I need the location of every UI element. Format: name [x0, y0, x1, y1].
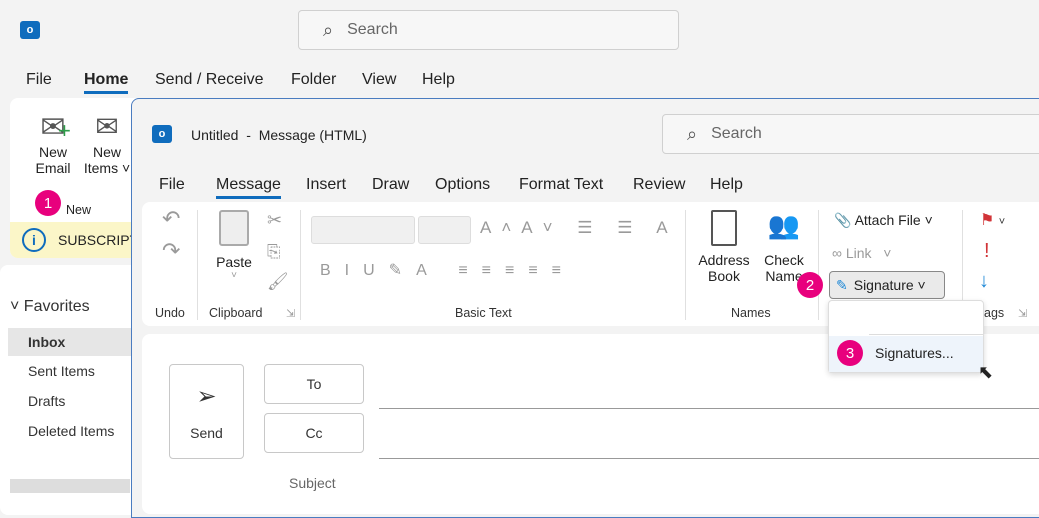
link-button[interactable]: ∞ Link ˅ — [832, 245, 891, 261]
new-email-button[interactable]: ✉ + New Email — [28, 110, 78, 176]
attach-file-button[interactable]: 📎 Attach File ˅ — [834, 212, 933, 229]
signature-icon: ✎ — [836, 276, 848, 293]
cc-field[interactable] — [379, 413, 1039, 459]
paperclip-icon: 📎 — [834, 212, 852, 228]
divider — [300, 210, 301, 320]
clipboard-icon — [219, 210, 249, 246]
flag-icon[interactable]: ⚑ ˅ — [980, 210, 1005, 230]
label: Link — [845, 245, 872, 261]
font-size-select[interactable] — [418, 216, 471, 244]
nav-drafts[interactable]: Drafts — [28, 393, 65, 409]
label: Signature — [853, 277, 914, 293]
signature-button[interactable]: ✎ Signature ˅ — [829, 271, 945, 299]
redo-icon[interactable]: ↷ — [162, 238, 180, 264]
high-importance-icon[interactable]: ! — [984, 240, 990, 263]
label: Email — [35, 160, 71, 176]
format-painter-icon: 🖌 — [267, 272, 289, 291]
envelope-plus-icon: ✉ + — [40, 111, 71, 144]
menu-send-receive[interactable]: Send / Receive — [155, 71, 264, 89]
nav-deleted-items[interactable]: Deleted Items — [28, 423, 114, 439]
send-button[interactable]: ➢ Send — [169, 364, 244, 459]
link-icon: ∞ — [832, 245, 842, 261]
tab-message[interactable]: Message — [216, 176, 281, 199]
menu-folder[interactable]: Folder — [291, 71, 336, 89]
step-badge-2: 2 — [797, 272, 823, 298]
blurred-account[interactable] — [10, 479, 130, 493]
divider — [685, 210, 686, 320]
tab-help[interactable]: Help — [710, 176, 743, 194]
menu-help[interactable]: Help — [422, 71, 455, 89]
label: Address — [698, 252, 750, 268]
label: New — [92, 144, 121, 160]
undo-icon[interactable]: ↶ — [162, 206, 180, 232]
label: Send — [190, 425, 223, 441]
window-title: Untitled - Message (HTML) — [191, 127, 367, 143]
info-icon: i — [22, 228, 46, 252]
tab-review[interactable]: Review — [633, 176, 685, 194]
step-badge-1: 1 — [35, 190, 61, 216]
menu-view[interactable]: View — [362, 71, 396, 89]
group-label-new: New — [66, 203, 92, 217]
tab-options[interactable]: Options — [435, 176, 490, 194]
low-importance-icon[interactable]: ↓ — [979, 270, 989, 293]
group-label-names: Names — [731, 306, 771, 320]
cut-icon: ✂ — [267, 210, 283, 230]
main-search-box[interactable]: ⌕ Search — [298, 10, 679, 50]
tab-format-text[interactable]: Format Text — [519, 176, 603, 194]
compose-tabs: File Message Insert Draw Options Format … — [132, 176, 1032, 200]
label: Book — [708, 268, 740, 284]
address-book-button[interactable]: Address Book — [696, 210, 752, 284]
font-tools-row1: A˄A˅ ☰ ☰ A — [480, 218, 678, 237]
group-label-tags: ags — [984, 306, 1005, 320]
divider — [869, 334, 983, 335]
main-menu: File Home Send / Receive Folder View Hel… — [0, 71, 480, 95]
compose-search-box[interactable]: ⌕ Search — [662, 114, 1039, 154]
search-placeholder: Search — [711, 125, 762, 142]
font-name-select[interactable] — [311, 216, 415, 244]
step-badge-3: 3 — [837, 340, 863, 366]
search-icon: ⌕ — [323, 19, 334, 40]
subject-label: Subject — [289, 475, 336, 491]
dialog-launcher-icon[interactable]: ⇲ — [1018, 307, 1027, 320]
search-placeholder: Search — [347, 21, 398, 38]
format-tools-row2: BIU✎A ≡≡≡≡≡ — [320, 262, 575, 279]
dialog-launcher-icon[interactable]: ⇲ — [286, 307, 295, 320]
outlook-logo-icon: o — [152, 125, 172, 143]
nav-inbox[interactable]: Inbox — [8, 328, 148, 356]
menu-home[interactable]: Home — [84, 71, 129, 94]
banner-text: SUBSCRIPT — [58, 232, 139, 248]
group-label-undo: Undo — [155, 306, 185, 320]
copy-icon: ⎘ — [267, 242, 281, 261]
label: Favorites — [23, 298, 90, 315]
group-label-basic-text: Basic Text — [455, 306, 512, 320]
outlook-logo-icon: o — [20, 21, 40, 39]
menu-file[interactable]: File — [26, 71, 52, 89]
tab-file[interactable]: File — [159, 176, 185, 194]
calendar-envelope-icon: ✉ — [95, 111, 119, 142]
label: Items — [83, 160, 119, 176]
address-book-icon — [711, 210, 737, 246]
divider — [818, 210, 819, 320]
cc-button[interactable]: Cc — [264, 413, 364, 453]
favorites-header[interactable]: ˅ Favorites — [10, 298, 90, 316]
group-label-clipboard: Clipboard — [209, 306, 263, 320]
label: Paste — [216, 254, 252, 270]
check-names-icon: 👥 — [767, 210, 801, 240]
nav-sent-items[interactable]: Sent Items — [28, 363, 95, 379]
divider — [197, 210, 198, 320]
paste-button[interactable]: Paste ˅ — [212, 210, 256, 281]
tab-insert[interactable]: Insert — [306, 176, 346, 194]
tab-draw[interactable]: Draw — [372, 176, 409, 194]
send-icon: ➢ — [196, 383, 217, 410]
label: Attach File — [854, 212, 921, 228]
label: New — [38, 144, 67, 160]
search-icon: ⌕ — [687, 123, 698, 144]
to-button[interactable]: To — [264, 364, 364, 404]
new-items-button[interactable]: ✉ New Items ˅ — [82, 110, 132, 176]
mouse-cursor-icon: ⬉ — [978, 362, 994, 382]
label: Check — [764, 252, 804, 268]
